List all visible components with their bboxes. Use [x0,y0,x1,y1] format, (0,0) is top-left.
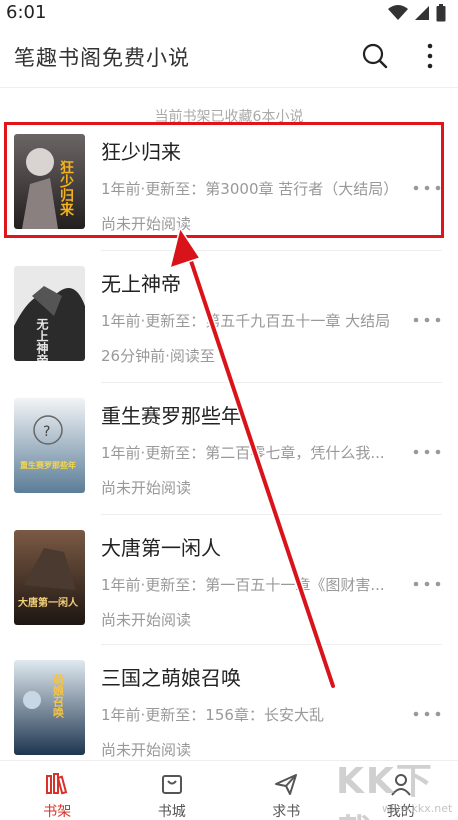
book-cover: 大唐第一闲人 [14,530,85,625]
store-icon [161,775,182,794]
book-item[interactable]: 萌娘召唤 三国之萌娘召唤 1年前·更新至：156章：长安大乱 尚未开始阅读 [0,644,458,760]
wifi-icon [388,5,408,20]
status-bar: 6:01 [0,0,458,26]
book-cover: 萌娘召唤 [14,660,85,755]
app-title: 笔趣书阁免费小说 [14,46,190,70]
book-options-button[interactable] [410,704,444,724]
book-update-info: 1年前·更新至：第五千九百五十一章 大结局 [101,312,391,330]
bookshelf-list: 当前书架已收藏6本小说 狂少归来 狂少归来 1年前·更新至：第3000章 苦行者… [0,88,458,760]
book-reading-progress: 尚未开始阅读 [101,479,192,497]
bookshelf-icon [46,773,68,795]
book-update-info: 1年前·更新至：156章：长安大乱 [101,706,324,724]
divider [101,514,442,515]
watermark-url: www.kkx.net [382,802,453,815]
book-cover: 无上神帝 [14,266,85,361]
search-icon [362,43,388,69]
tab-request-book[interactable]: 求书 [229,761,344,820]
tab-bookshelf[interactable]: 书架 [0,761,115,820]
more-vertical-icon [427,43,433,69]
book-title: 无上神帝 [101,272,181,296]
annotation-highlight-box [4,122,444,238]
cover-title: 萌娘召唤 [52,673,65,719]
search-button[interactable] [360,41,390,71]
book-options-button[interactable] [410,574,444,594]
more-horizontal-icon [413,581,441,587]
divider [101,644,442,645]
book-title: 三国之萌娘召唤 [101,666,241,690]
book-item[interactable]: 无上神帝 无上神帝 1年前·更新至：第五千九百五十一章 大结局 26分钟前·阅读… [0,250,458,398]
book-cover: ? 重生赛罗那些年 [14,398,85,493]
signal-icon [415,6,429,20]
svg-text:?: ? [43,424,50,440]
book-update-info: 1年前·更新至：第二百零七章，凭什么我... [101,444,385,462]
tab-bookshelf-label: 书架 [43,804,72,820]
divider [101,250,442,251]
more-horizontal-icon [413,711,441,717]
tab-bookstore-label: 书城 [157,804,186,820]
book-item[interactable]: 大唐第一闲人 大唐第一闲人 1年前·更新至：第一百五十一章《图财害... 尚未开… [0,514,458,662]
status-icons [388,4,446,22]
battery-icon [436,4,446,22]
cover-title: 大唐第一闲人 [18,596,79,609]
status-time: 6:01 [6,2,47,23]
book-title: 大唐第一闲人 [101,536,221,560]
cover-title: 无上神帝 [35,318,49,361]
book-options-button[interactable] [410,310,444,330]
more-horizontal-icon [413,449,441,455]
tab-request-book-label: 求书 [272,804,301,820]
cover-title: 重生赛罗那些年 [20,460,76,470]
app-bar: 笔趣书阁免费小说 [0,26,458,88]
book-reading-progress: 尚未开始阅读 [101,611,192,629]
divider [101,382,442,383]
book-item[interactable]: ? 重生赛罗那些年 重生赛罗那些年 1年前·更新至：第二百零七章，凭什么我...… [0,382,458,530]
book-title: 重生赛罗那些年 [101,404,241,428]
book-reading-progress: 26分钟前·阅读至 [101,347,215,365]
paper-plane-icon [275,774,298,795]
book-reading-progress: 尚未开始阅读 [101,741,192,759]
book-update-info: 1年前·更新至：第一百五十一章《图财害... [101,576,385,594]
tab-bookstore[interactable]: 书城 [115,761,230,820]
book-options-button[interactable] [410,442,444,462]
overflow-menu-button[interactable] [416,40,444,72]
more-horizontal-icon [413,317,441,323]
